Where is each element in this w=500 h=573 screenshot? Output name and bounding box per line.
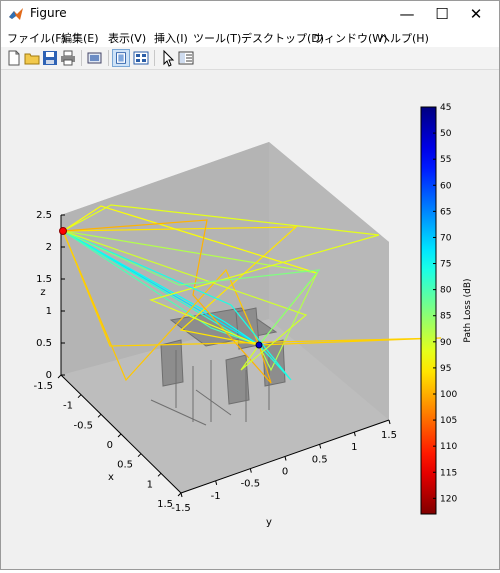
menu-bar: ファイル(F) 編集(E) 表示(V) 挿入(I) ツール(T) デスクトップ(…	[1, 27, 499, 47]
save-icon[interactable]	[41, 49, 59, 67]
z-tick-label: 0.5	[36, 338, 52, 349]
y-tick-label: 1.5	[381, 430, 397, 441]
y-tick-mark	[215, 480, 218, 485]
close-button[interactable]: ✕	[453, 1, 499, 27]
colorbar-tick-label: 100	[440, 390, 457, 400]
z-tick-label: 1.5	[36, 274, 52, 285]
toolbar-separator	[81, 50, 82, 66]
colorbar-tick-label: 80	[440, 286, 452, 296]
y-tick-label: -1.5	[171, 503, 191, 514]
z-axis-label: z	[40, 287, 45, 298]
y-tick-mark	[388, 419, 391, 425]
matlab-logo-icon	[9, 8, 23, 20]
window-title: Figure	[30, 6, 67, 20]
menu-file[interactable]: ファイル(F)	[7, 30, 66, 46]
title-bar: Figure — ☐ ✕	[1, 1, 499, 27]
colorbar-tick-label: 60	[440, 181, 452, 191]
y-tick-mark	[319, 444, 322, 449]
y-tick-label: 0	[282, 467, 288, 478]
menu-insert[interactable]: 挿入(I)	[154, 30, 188, 46]
x-tick-label: -1.5	[33, 381, 53, 392]
colorbar-label: Path Loss (dB)	[463, 278, 473, 342]
z-tick-label: 2.5	[36, 210, 52, 221]
colorbar-tick-label: 55	[440, 155, 451, 165]
x-tick-mark	[117, 433, 122, 438]
colorbar-tick-label: 75	[440, 260, 451, 270]
y-tick-label: -0.5	[241, 479, 261, 490]
menu-desktop[interactable]: デスクトップ(D)	[241, 30, 324, 46]
menu-help[interactable]: ヘルプ(H)	[379, 30, 429, 46]
menu-edit[interactable]: 編集(E)	[61, 30, 99, 46]
x-tick-label: 0	[107, 440, 113, 451]
z-tick-label: 1	[46, 306, 52, 317]
plot-tools-icon[interactable]	[132, 49, 150, 67]
colorbar-tick-label: 105	[440, 416, 457, 426]
toolbar-separator	[108, 50, 109, 66]
y-tick-label: -1	[211, 491, 221, 502]
print-preview-icon[interactable]	[86, 49, 104, 67]
figure-window: Figure — ☐ ✕ ファイル(F) 編集(E) 表示(V) 挿入(I) ツ…	[0, 0, 500, 570]
y-tick-mark	[249, 468, 252, 473]
y-tick-mark	[284, 456, 287, 461]
figure-canvas: 0 0.5 1 1.5 2 2.5 -1.5 -1 -0.5 0 0.5 1 1.5 -1.5 -1 -0.5…	[1, 70, 499, 569]
y-tick-label: 0.5	[312, 454, 328, 465]
x-tick-mark	[57, 374, 62, 379]
menu-tools[interactable]: ツール(T)	[193, 30, 241, 46]
y-axis-label: y	[266, 517, 272, 528]
x-tick-mark	[157, 472, 162, 477]
colorbar-tick-label: 115	[440, 468, 457, 478]
z-tick-label: 2	[46, 242, 52, 253]
axes-3d[interactable]: 00.511.522.5-1.5-1-0.500.511.5-1.5-1-0.5…	[1, 70, 499, 569]
y-tick-mark	[353, 432, 356, 437]
colorbar-tick-label: 110	[440, 442, 457, 452]
open-folder-icon[interactable]	[23, 49, 41, 67]
transmitter-marker[interactable]	[59, 227, 67, 235]
x-axis-label: x	[108, 472, 114, 483]
colorbar-tick-label: 45	[440, 103, 451, 113]
colorbar-tick-label: 65	[440, 207, 451, 217]
x-tick-label: -1	[63, 401, 73, 412]
colorbar-tick-label: 50	[440, 129, 452, 139]
z-tick-label: 0	[46, 370, 52, 381]
x-tick-label: 1	[147, 479, 153, 490]
menu-view[interactable]: 表示(V)	[108, 30, 146, 46]
figure-toolbar	[1, 47, 499, 70]
property-editor-icon[interactable]	[177, 49, 195, 67]
toolbar-separator	[154, 50, 155, 66]
new-file-icon[interactable]	[5, 49, 23, 67]
x-tick-label: 0.5	[117, 460, 133, 471]
x-tick-mark	[137, 453, 142, 458]
colorbar-tick-label: 95	[440, 364, 451, 374]
colorbar-tick-label: 90	[440, 338, 452, 348]
dock-figure-icon[interactable]	[112, 49, 130, 67]
x-tick-mark	[77, 394, 82, 399]
colorbar-tick-label: 70	[440, 233, 452, 243]
y-tick-mark	[180, 492, 183, 498]
colorbar-tick-label: 85	[440, 312, 451, 322]
receiver-marker[interactable]	[255, 341, 263, 349]
x-tick-mark	[177, 492, 182, 497]
colorbar[interactable]: 45 50 55 60 65 70 75 80 85 90 95 100 105 110 115 120 Pat…	[420, 103, 473, 515]
print-icon[interactable]	[59, 49, 77, 67]
x-tick-label: -0.5	[73, 420, 93, 431]
y-tick-label: 1	[351, 442, 357, 453]
colorbar-tick-label: 120	[440, 494, 457, 504]
pointer-icon[interactable]	[159, 49, 177, 67]
x-tick-mark	[97, 413, 102, 418]
colorbar-gradient	[420, 106, 437, 515]
menu-window[interactable]: ウィンドウ(W)	[313, 30, 387, 46]
